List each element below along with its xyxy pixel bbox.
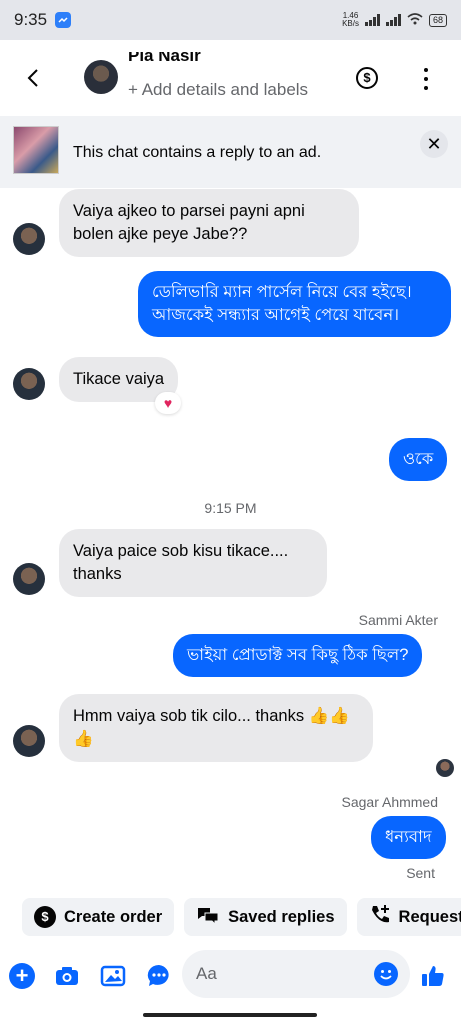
create-order-label: Create order <box>64 907 163 926</box>
quick-actions-row: $ Create order Saved replies Request <box>22 898 461 936</box>
emoji-icon[interactable] <box>374 962 398 986</box>
create-order-button[interactable]: $ Create order <box>22 898 175 936</box>
contact-avatar[interactable] <box>84 60 118 94</box>
phone-plus-icon <box>369 904 391 931</box>
contact-name[interactable]: Pia Nasir <box>128 52 201 62</box>
sender-avatar[interactable] <box>13 368 45 400</box>
gallery-icon[interactable] <box>100 963 126 989</box>
chat-bubble-icon[interactable] <box>146 963 172 989</box>
ad-reply-banner: This chat contains a reply to an ad. ✕ <box>0 116 461 188</box>
outgoing-message[interactable]: ডেলিভারি ম্যান পার্সেল নিয়ে বের হইছে। আ… <box>138 271 451 337</box>
signal-icon-2 <box>385 14 401 26</box>
saved-replies-icon <box>196 905 220 930</box>
incoming-message[interactable]: Vaiya paice sob kisu tikace.... thanks <box>59 529 327 597</box>
sender-avatar[interactable] <box>13 563 45 595</box>
battery-icon: 68 <box>428 13 447 27</box>
sender-avatar[interactable] <box>13 725 45 757</box>
camera-icon[interactable] <box>54 963 80 989</box>
close-icon[interactable]: ✕ <box>420 130 448 158</box>
outgoing-message[interactable]: ধন্যবাদ <box>371 816 446 859</box>
sender-label: Sammi Akter <box>358 612 438 628</box>
outgoing-message[interactable]: ভাইয়া প্রোডাক্ট সব কিছু ঠিক ছিল? <box>173 634 423 677</box>
home-indicator <box>143 1013 317 1017</box>
plus-icon[interactable]: + <box>9 963 35 989</box>
dollar-icon[interactable]: $ <box>356 67 378 89</box>
incoming-message[interactable]: Vaiya ajkeo to parsei payni apni bolen a… <box>59 189 359 257</box>
messenger-notification-icon <box>55 12 72 28</box>
message-status: Sent <box>406 865 435 881</box>
message-timestamp: 9:15 PM <box>204 500 257 516</box>
sender-label: Sagar Ahmmed <box>341 794 439 810</box>
dollar-icon: $ <box>34 906 56 928</box>
status-bar: 9:35 1.46 KB/s 68 <box>0 0 461 40</box>
ad-banner-text: This chat contains a reply to an ad. <box>73 144 322 161</box>
thumbs-up-icon[interactable] <box>420 963 446 989</box>
net-speed: 1.46 KB/s <box>342 11 359 28</box>
ad-thumbnail[interactable] <box>13 126 59 174</box>
seen-indicator-avatar <box>436 759 454 777</box>
request-label: Request <box>398 907 461 926</box>
incoming-message[interactable]: Hmm vaiya sob tik cilo... thanks 👍👍👍 <box>59 694 373 762</box>
heart-reaction[interactable]: ♥ <box>155 392 181 414</box>
back-arrow-icon[interactable] <box>22 66 46 90</box>
composer-bar: + Aa <box>0 950 461 1000</box>
request-button[interactable]: Request <box>356 898 461 936</box>
wifi-icon <box>407 12 423 28</box>
status-icons: 1.46 KB/s 68 <box>342 12 447 28</box>
saved-replies-button[interactable]: Saved replies <box>184 898 347 936</box>
more-options-icon[interactable] <box>420 68 432 90</box>
signal-icon <box>364 14 380 26</box>
conversation-header: Pia Nasir + Add details and labels $ <box>0 40 461 116</box>
sender-avatar[interactable] <box>13 223 45 255</box>
status-time: 9:35 <box>14 10 48 29</box>
outgoing-message[interactable]: ওকে <box>389 438 448 481</box>
add-details-link[interactable]: + Add details and labels <box>128 80 308 100</box>
saved-replies-label: Saved replies <box>228 907 335 926</box>
